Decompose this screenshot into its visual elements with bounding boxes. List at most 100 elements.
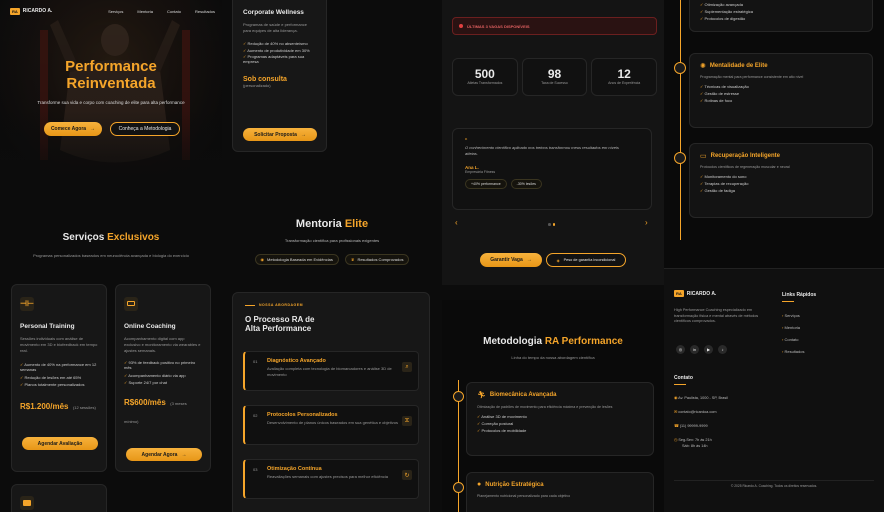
arrow-right-icon: → xyxy=(526,257,532,263)
brand-name[interactable]: RICARDO A. xyxy=(23,8,53,14)
badge-results: ♛ Resultados Comprovados xyxy=(344,254,410,265)
briefcase-icon xyxy=(20,496,34,510)
consult-sub: (personalizado) xyxy=(243,83,271,88)
hero-cta-secondary[interactable]: Conheça a Metodologia xyxy=(110,122,180,136)
contact-phone[interactable]: (11) 99999-9999 xyxy=(680,424,708,428)
nav-link-servicos[interactable]: Serviços xyxy=(108,9,123,14)
linkedin-icon[interactable]: in xyxy=(690,345,699,354)
mentoria-title-a: Mentoria xyxy=(295,218,342,230)
metodologia-title-b: RA Performance xyxy=(544,336,623,347)
stat-value: 500 xyxy=(474,67,495,81)
contact-hours-2: Sáb: 8h às 14h xyxy=(682,444,708,448)
contact-email[interactable]: contato@ricardoa.com xyxy=(678,410,716,414)
search-icon: ⌕ xyxy=(402,362,412,372)
laptop-icon xyxy=(124,296,138,311)
service-card-title: Online Coaching xyxy=(124,323,176,330)
timeline-desc: Protocolos científicos de regeneração mu… xyxy=(700,165,790,169)
copyright: © 2025 Ricardo A. Coaching. Todos os dir… xyxy=(730,484,818,488)
logo-badge[interactable]: RA xyxy=(10,7,20,15)
trophy-icon: ♛ xyxy=(350,257,355,262)
timeline-item: ● Nutrição Estratégica Planejamento nutr… xyxy=(466,472,654,512)
contact-title: Contato xyxy=(674,375,693,381)
running-icon: 🏃︎ xyxy=(477,392,486,399)
feature-item: Suporte 24/7 por chat xyxy=(124,379,202,386)
top-nav: RA RICARDO A. Serviços Mentoria Contato … xyxy=(10,6,215,16)
footer-link-mentoria[interactable]: › Mentoria xyxy=(782,322,816,334)
arrow-right-icon: → xyxy=(181,451,187,458)
hero-subtitle: Transforme sua vida e corpo com coaching… xyxy=(37,100,185,105)
request-proposal-button[interactable]: Solicitar Proposta → xyxy=(243,128,317,141)
footer-about: High Performance Coaching especializado … xyxy=(674,308,759,324)
feature-item: Redução de lesões em até 65% xyxy=(20,374,98,381)
stat-label: Taxa de Sucesso xyxy=(541,81,568,85)
step-number: 02 xyxy=(253,413,258,418)
carousel-prev-arrow[interactable]: ‹ xyxy=(455,218,458,227)
service-card-personal-training: ⊣⊢ Personal Training Sessões individuais… xyxy=(11,284,107,472)
feature-item: Protocolos de digestão xyxy=(700,15,862,22)
timeline-item: ▭ Recuperação Inteligente Protocolos cie… xyxy=(689,143,873,218)
footer-link-servicos[interactable]: › Serviços xyxy=(782,310,816,322)
links-title: Links Rápidos xyxy=(782,292,817,298)
nav-link-mentoria[interactable]: Mentoria xyxy=(137,9,153,14)
mentoria-title-b: Elite xyxy=(344,218,369,230)
services-title-a: Serviços xyxy=(62,232,105,243)
schedule-now-button[interactable]: Agendar Agora → xyxy=(126,448,202,461)
feature-item: Monitoramento do sono xyxy=(700,173,862,180)
nav-link-contato[interactable]: Contato xyxy=(167,9,181,14)
dna-icon: ⧖ xyxy=(402,416,412,426)
step-number: 01 xyxy=(253,359,258,364)
corporate-title: Corporate Wellness xyxy=(243,9,304,16)
dumbbell-icon: ⊣⊢ xyxy=(20,296,34,311)
footer-logo-badge: RA xyxy=(674,290,684,297)
process-step: 01 Diagnóstico Avançado Avaliação comple… xyxy=(243,351,419,391)
service-card-online-coaching: Online Coaching Acompanhamento digital c… xyxy=(115,284,211,472)
process-step: 02 Protocolos Personalizados Desenvolvim… xyxy=(243,405,419,445)
nav-link-resultados[interactable]: Resultados xyxy=(195,9,215,14)
timeline-item: 🏃︎ Biomecânica Avançada Otimização de pa… xyxy=(466,382,654,456)
feature-item: Gestão de estresse xyxy=(700,90,862,97)
brain-icon: ✺ xyxy=(700,63,706,70)
process-step: 03 Otimização Contínua Reavaliações sema… xyxy=(243,459,419,499)
hero-cta-primary[interactable]: Comece Agora → xyxy=(44,122,102,136)
process-title-line1: O Processo RA de xyxy=(245,315,315,324)
footer-link-contato[interactable]: › Contato xyxy=(782,334,816,346)
footer-link-resultados[interactable]: › Resultados xyxy=(782,346,816,358)
schedule-evaluation-button[interactable]: Agendar Avaliação xyxy=(22,437,98,450)
step-title: Diagnóstico Avançado xyxy=(267,358,326,364)
stat-label: Atletas Transformados xyxy=(467,81,503,85)
feature-item: Planos totalmente personalizados xyxy=(20,381,98,388)
corporate-wellness-card: Corporate Wellness Programas de saúde e … xyxy=(232,0,327,152)
carousel-dots[interactable] xyxy=(548,223,555,226)
feature-item: Suplementação estratégica xyxy=(700,8,862,15)
metodologia-title-a: Metodologia xyxy=(483,336,543,347)
youtube-icon[interactable]: ▶ xyxy=(704,345,713,354)
hero-title-line1: Performance xyxy=(65,58,157,75)
carousel-next-arrow[interactable]: › xyxy=(645,218,648,227)
timeline-line-right xyxy=(680,0,681,240)
result-tag: +40% performance xyxy=(465,179,507,190)
stat-card: 12 Anos de Experiência xyxy=(591,58,658,96)
stat-label: Anos de Experiência xyxy=(608,81,641,85)
shield-icon: ◈ xyxy=(556,258,560,263)
consult-label: Sob consulta xyxy=(243,76,287,83)
service-card-desc: Sessões individuais com análise de movim… xyxy=(20,336,98,353)
scarcity-alert: ÚLTIMAS 3 VAGAS DISPONÍVEIS xyxy=(452,17,657,35)
timeline-desc: Otimização de padrões de movimento para … xyxy=(477,405,613,409)
stat-card: 500 Atletas Transformados xyxy=(452,58,518,96)
timeline-desc: Programação mental para performance cons… xyxy=(700,75,804,79)
service-card-title: Personal Training xyxy=(20,323,75,330)
feature-item: Aumento de 40% na performance em 12 sema… xyxy=(20,362,98,372)
step-desc: Desenvolvimento de planos únicos baseado… xyxy=(267,420,398,425)
mentoria-subtitle: Transformação científica para profission… xyxy=(284,238,380,243)
stat-value: 98 xyxy=(547,67,562,81)
badge-evidence: ◉ Metodologia Baseada em Evidências xyxy=(254,254,339,265)
instagram-icon[interactable]: ◎ xyxy=(676,345,685,354)
services-title-b: Exclusivos xyxy=(107,232,160,243)
step-title: Otimização Contínua xyxy=(267,466,322,472)
step-number: 03 xyxy=(253,467,258,472)
testimonial-quote: O conhecimento científico aplicado nos t… xyxy=(465,145,619,156)
corporate-desc: Programas de saúde e performance para eq… xyxy=(243,22,308,33)
guarantee-spot-button[interactable]: Garantir Vaga → xyxy=(480,253,542,267)
section-tag: NOSSA ABORDAGEM xyxy=(259,303,303,307)
tiktok-icon[interactable]: ♪ xyxy=(718,345,727,354)
